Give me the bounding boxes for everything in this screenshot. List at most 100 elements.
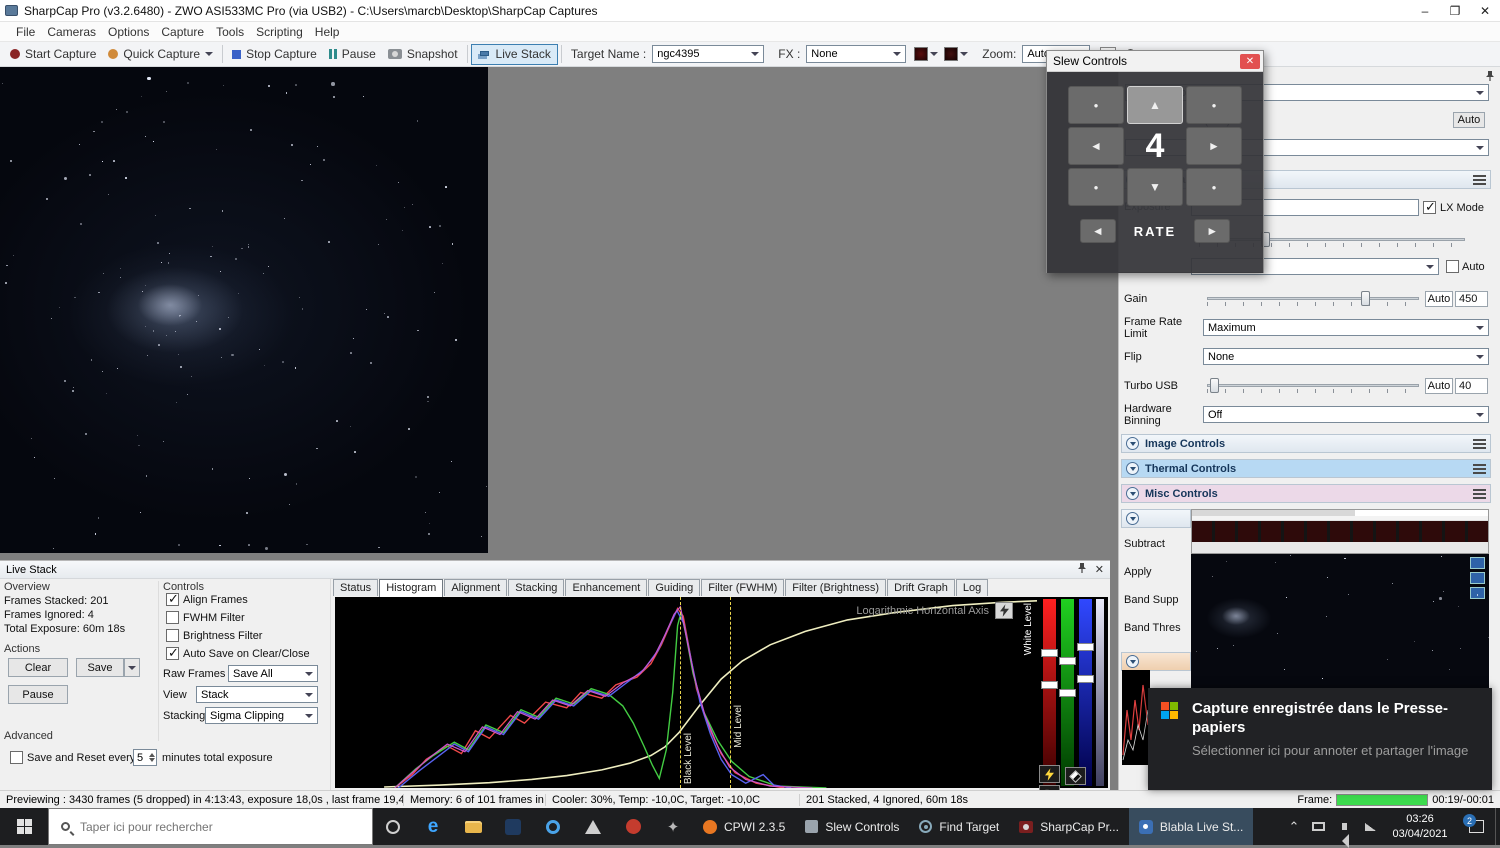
turbo-usb-slider[interactable] [1207, 378, 1419, 394]
view-combo[interactable]: Stack [196, 686, 318, 703]
menu-cameras[interactable]: Cameras [41, 23, 102, 41]
colour-swatch-1[interactable] [914, 47, 928, 61]
thumbnail-button[interactable] [1470, 587, 1485, 599]
chevron-down-icon[interactable] [960, 52, 968, 56]
menu-help[interactable]: Help [309, 23, 346, 41]
section-display-histogram[interactable] [1121, 652, 1191, 671]
black-white-diamond-button[interactable] [1065, 767, 1086, 785]
slider-thumb[interactable] [1361, 291, 1370, 306]
taskbar-window-slew-controls[interactable]: Slew Controls [795, 808, 909, 845]
pin-icon[interactable] [1077, 562, 1087, 577]
auto-stretch-button[interactable] [995, 602, 1013, 619]
search-input[interactable] [80, 820, 340, 834]
taskbar-app-button[interactable] [573, 808, 613, 845]
tab-histogram[interactable]: Histogram [379, 579, 443, 597]
hardware-binning-combo[interactable]: Off [1203, 406, 1489, 423]
close-panel-icon[interactable]: ✕ [1095, 563, 1104, 576]
stop-capture-button[interactable]: Stop Capture [226, 45, 323, 63]
frame-rate-combo[interactable]: Maximum [1203, 319, 1489, 336]
stacking-combo[interactable]: Sigma Clipping [205, 707, 318, 724]
black-level-line[interactable]: Black Level [680, 597, 681, 788]
pause-button[interactable]: Pause [323, 45, 382, 63]
auto-stretch-lightning-button[interactable] [1039, 765, 1060, 783]
gain-slider[interactable] [1207, 291, 1419, 307]
taskbar-explorer-button[interactable] [453, 808, 493, 845]
pause-stack-button[interactable]: Pause [8, 685, 68, 704]
clear-button[interactable]: Clear [8, 658, 68, 677]
align-frames-checkbox[interactable] [166, 593, 179, 606]
red-level-slider[interactable] [1043, 599, 1056, 786]
quick-capture-button[interactable]: Quick Capture [102, 45, 219, 63]
tab-guiding[interactable]: Guiding [648, 579, 700, 596]
save-button[interactable]: Save [76, 658, 124, 677]
section-image-controls[interactable]: Image Controls [1121, 434, 1491, 453]
taskbar-window-cpwi[interactable]: CPWI 2.3.5 [693, 808, 795, 845]
action-center-button[interactable]: 2 [1457, 808, 1495, 845]
taskbar-app-button[interactable] [533, 808, 573, 845]
taskbar-search[interactable] [48, 808, 373, 845]
cortana-button[interactable] [373, 808, 413, 845]
chevron-down-icon[interactable] [930, 52, 938, 56]
slider-thumb[interactable] [1210, 378, 1219, 393]
taskbar-window-find-target[interactable]: Find Target [909, 808, 1009, 845]
blue-level-slider[interactable] [1079, 599, 1092, 786]
taskbar-app-button[interactable] [613, 808, 653, 845]
mid-level-line[interactable]: Mid Level [730, 597, 731, 788]
slew-up-right-button[interactable]: ● [1186, 86, 1242, 124]
save-reset-checkbox[interactable] [10, 751, 23, 764]
section-misc-controls[interactable]: Misc Controls [1121, 484, 1491, 503]
hamburger-menu-icon[interactable] [1473, 439, 1486, 449]
save-dropdown-button[interactable] [124, 658, 140, 677]
white-level-slider[interactable] [1096, 599, 1104, 786]
rate-decrease-button[interactable]: ◄ [1080, 219, 1116, 243]
fx-combo[interactable]: None [806, 45, 906, 63]
hamburger-menu-icon[interactable] [1473, 489, 1486, 499]
taskbar-edge-button[interactable]: e [413, 808, 453, 845]
maximize-button[interactable]: ❐ [1440, 0, 1470, 21]
colour-space-auto-button[interactable]: Auto [1453, 112, 1485, 128]
section-preprocessing[interactable] [1121, 509, 1191, 528]
auto-checkbox[interactable] [1446, 260, 1459, 273]
slew-down-left-button[interactable]: ● [1068, 168, 1124, 206]
pin-icon[interactable] [1485, 70, 1495, 85]
slew-up-left-button[interactable]: ● [1068, 86, 1124, 124]
menu-capture[interactable]: Capture [155, 23, 210, 41]
show-desktop-button[interactable] [1495, 808, 1500, 845]
hamburger-menu-icon[interactable] [1473, 464, 1486, 474]
taskbar-window-blabla-livestream[interactable]: Blabla Live St... [1129, 808, 1253, 845]
monitor-icon[interactable] [1305, 822, 1331, 831]
menu-tools[interactable]: Tools [210, 23, 250, 41]
flip-combo[interactable]: None [1203, 348, 1489, 365]
toast-notification[interactable]: Capture enregistrée dans le Presse-papie… [1148, 688, 1492, 790]
tray-clock[interactable]: 03:26 03/04/2021 [1383, 812, 1457, 841]
slider-handle[interactable] [1041, 649, 1058, 657]
fwhm-filter-checkbox[interactable] [166, 611, 179, 624]
lx-mode-checkbox[interactable] [1423, 201, 1436, 214]
start-button[interactable] [0, 808, 48, 845]
brightness-filter-checkbox[interactable] [166, 629, 179, 642]
taskbar-window-sharpcap[interactable]: SharpCap Pr... [1009, 808, 1129, 845]
target-name-combo[interactable]: ngc4395 [652, 45, 764, 63]
slider-handle[interactable] [1059, 657, 1076, 665]
start-capture-button[interactable]: Start Capture [4, 45, 102, 63]
slider-handle[interactable] [1041, 681, 1058, 689]
thumbnail-button[interactable] [1470, 557, 1485, 569]
live-stack-button[interactable]: Live Stack [471, 44, 558, 65]
tab-log[interactable]: Log [956, 579, 988, 596]
tab-alignment[interactable]: Alignment [444, 579, 507, 596]
slew-up-button[interactable]: ▲ [1127, 86, 1183, 124]
raw-frames-combo[interactable]: Save All [228, 665, 318, 682]
turbo-usb-value[interactable]: 40 [1455, 378, 1488, 394]
tab-status[interactable]: Status [333, 579, 378, 596]
slew-down-button[interactable]: ▼ [1127, 168, 1183, 206]
volume-icon[interactable] [1331, 823, 1357, 830]
slew-down-right-button[interactable]: ● [1186, 168, 1242, 206]
hamburger-menu-icon[interactable] [1473, 175, 1486, 185]
menu-options[interactable]: Options [102, 23, 155, 41]
rate-increase-button[interactable]: ► [1194, 219, 1230, 243]
section-thermal-controls[interactable]: Thermal Controls [1121, 459, 1491, 478]
slew-right-button[interactable]: ► [1186, 127, 1242, 165]
tab-drift-graph[interactable]: Drift Graph [887, 579, 955, 596]
tab-enhancement[interactable]: Enhancement [565, 579, 647, 596]
menu-scripting[interactable]: Scripting [250, 23, 309, 41]
